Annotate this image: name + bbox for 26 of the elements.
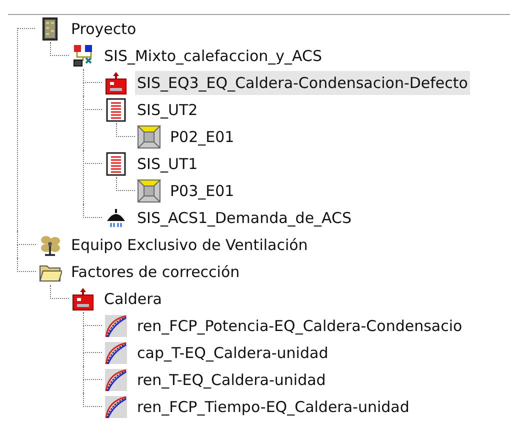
radiator-icon xyxy=(104,98,128,122)
boiler-icon xyxy=(71,286,95,310)
tree-item[interactable]: ren_FCP_Potencia-EQ_Caldera-Condensacio xyxy=(135,314,464,338)
tree-item[interactable]: Caldera xyxy=(102,286,164,310)
network-icon xyxy=(71,44,95,68)
tree-item[interactable]: ren_T-EQ_Caldera-unidad xyxy=(135,368,328,392)
tree-item[interactable]: P03_E01 xyxy=(168,178,236,202)
tree-item[interactable]: Factores de corrección xyxy=(69,260,242,284)
tree-item[interactable]: SIS_ACS1_Demanda_de_ACS xyxy=(135,206,354,230)
curve-chart-icon xyxy=(104,394,128,418)
tree-item[interactable]: ren_FCP_Tiempo-EQ_Caldera-unidad xyxy=(135,394,412,418)
tree-item[interactable]: P02_E01 xyxy=(168,124,236,148)
curve-chart-icon xyxy=(104,314,128,338)
room-icon xyxy=(137,124,161,148)
radiator-icon xyxy=(104,152,128,176)
room-icon xyxy=(137,178,161,202)
tree-item[interactable]: SIS_Mixto_calefaccion_y_ACS xyxy=(102,44,324,68)
tree-item[interactable]: SIS_UT1 xyxy=(135,152,200,176)
tree-item[interactable]: cap_T-EQ_Caldera-unidad xyxy=(135,340,330,364)
tree-item[interactable]: Equipo Exclusivo de Ventilación xyxy=(69,232,310,256)
tree-item[interactable]: SIS_UT2 xyxy=(135,98,200,122)
tree-item[interactable]: SIS_EQ3_EQ_Caldera-Condensacion-Defecto xyxy=(135,70,470,94)
curve-chart-icon xyxy=(104,340,128,364)
tree-item[interactable]: Proyecto xyxy=(69,16,138,40)
curve-chart-icon xyxy=(104,368,128,392)
boiler-icon xyxy=(104,70,128,94)
